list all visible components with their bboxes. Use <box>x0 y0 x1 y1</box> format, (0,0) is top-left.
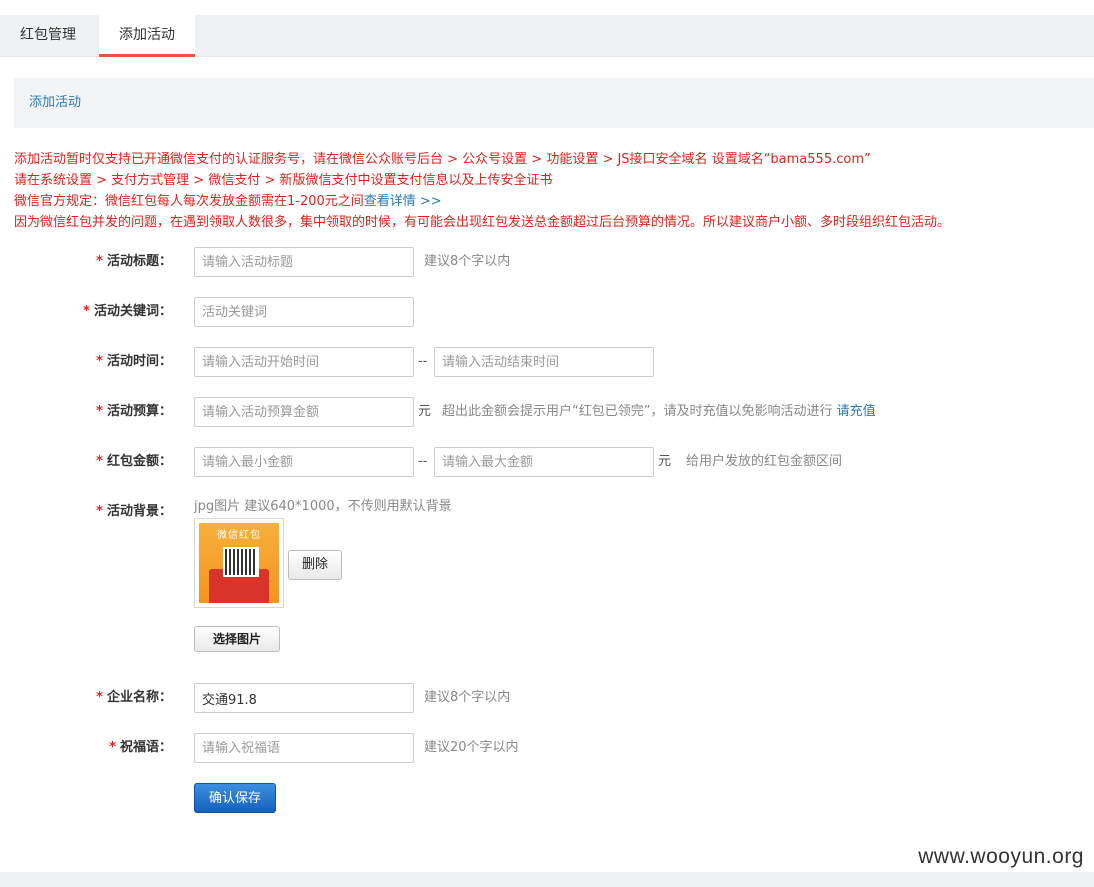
poster-title: 微信红包 <box>217 530 261 541</box>
required-star: * <box>96 404 103 419</box>
recharge-link[interactable]: 请充值 <box>837 404 876 419</box>
keyword-label-text: 活动关键词： <box>93 304 172 319</box>
budget-label: * 活动预算： <box>96 397 172 427</box>
budget-hint: 超出此金额会提示用户“红包已领完”，请及时充值以免影响活动进行 请充值 <box>442 397 876 427</box>
blessing-hint: 建议20个字以内 <box>424 740 519 755</box>
amount-label: * 红包金额： <box>96 447 172 477</box>
budget-hint-text: 超出此金额会提示用户“红包已领完”，请及时充值以免影响活动进行 <box>442 404 833 419</box>
view-details-link[interactable]: 查看详情 >> <box>364 194 442 209</box>
background-thumbnail: 微信红包 <box>194 518 284 608</box>
notice-line-3: 微信官方规定：微信红包每人每次发放金额需在1-200元之间查看详情 >> <box>14 191 1094 212</box>
background-row: * 活动背景： jpg图片 建议640*1000，不传则用默认背景 <box>0 497 1094 529</box>
footer-bar <box>0 872 1094 887</box>
notice-line-1: 添加活动暂时仅支持已开通微信支付的认证服务号，请在微信公众账号后台 > 公众号设… <box>14 152 871 167</box>
tab-add-activity[interactable]: 添加活动 <box>99 15 195 57</box>
budget-label-text: 活动预算： <box>106 404 172 419</box>
tab-redpacket-management[interactable]: 红包管理 <box>0 15 96 57</box>
background-label-text: 活动背景： <box>106 504 172 519</box>
required-star: * <box>96 690 103 705</box>
required-star: * <box>96 354 103 369</box>
time-label-text: 活动时间： <box>106 354 172 369</box>
keyword-row: * 活动关键词： <box>0 297 1094 329</box>
required-star: * <box>96 254 103 269</box>
required-star: * <box>96 454 103 469</box>
amount-row: *红包金额： -- 元 给用户发放的红包金额区间 <box>0 447 1094 479</box>
title-label-text: 活动标题： <box>106 254 172 269</box>
title-hint: 建议8个字以内 <box>424 254 511 269</box>
blessing-label: * 祝福语： <box>109 733 172 763</box>
time-label: * 活动时间： <box>96 347 172 377</box>
budget-unit: 元 <box>418 404 432 419</box>
time-separator: -- <box>418 354 428 369</box>
amount-separator: -- <box>418 454 428 469</box>
company-row: *企业名称： 建议8个字以内 <box>0 683 1094 715</box>
choose-image-button[interactable]: 选择图片 <box>194 626 280 652</box>
company-hint: 建议8个字以内 <box>424 690 511 705</box>
start-time-input[interactable] <box>194 347 414 377</box>
amount-label-text: 红包金额： <box>106 454 172 469</box>
background-label: * 活动背景： <box>96 497 172 527</box>
company-label-text: 企业名称： <box>106 690 172 705</box>
required-star: * <box>96 504 103 519</box>
title-input[interactable] <box>194 247 414 277</box>
budget-input[interactable] <box>194 397 414 427</box>
notice-line-4: 因为微信红包并发的问题，在遇到领取人数很多，集中领取的时候，有可能会出现红包发送… <box>14 215 951 230</box>
watermark: www.wooyun.org <box>918 845 1084 868</box>
required-star: * <box>83 304 90 319</box>
notice-line-2: 请在系统设置 > 支付方式管理 > 微信支付 > 新版微信支付中设置支付信息以及… <box>14 173 553 188</box>
notice-line-3-text: 微信官方规定：微信红包每人每次发放金额需在1-200元之间 <box>14 194 364 209</box>
required-star: * <box>109 740 116 755</box>
section-title: 添加活动 <box>14 78 1094 128</box>
qr-code-icon <box>223 547 259 577</box>
blessing-row: *祝福语： 建议20个字以内 <box>0 733 1094 765</box>
max-amount-input[interactable] <box>434 447 654 477</box>
tab-bar: 红包管理 添加活动 <box>0 15 1094 57</box>
blessing-input[interactable] <box>194 733 414 763</box>
amount-unit: 元 <box>658 454 672 469</box>
save-button[interactable]: 确认保存 <box>194 783 276 813</box>
delete-image-button[interactable]: 删除 <box>288 550 342 580</box>
notice-block: 添加活动暂时仅支持已开通微信支付的认证服务号，请在微信公众账号后台 > 公众号设… <box>14 149 1094 233</box>
keyword-label: * 活动关键词： <box>83 297 172 327</box>
blessing-label-text: 祝福语： <box>119 740 172 755</box>
min-amount-input[interactable] <box>194 447 414 477</box>
company-input[interactable] <box>194 683 414 713</box>
title-row: *活动标题： 建议8个字以内 <box>0 247 1094 279</box>
title-label: * 活动标题： <box>96 247 172 277</box>
time-row: *活动时间： -- <box>0 347 1094 379</box>
company-label: * 企业名称： <box>96 683 172 713</box>
amount-hint: 给用户发放的红包金额区间 <box>686 454 843 469</box>
keyword-input[interactable] <box>194 297 414 327</box>
budget-row: *活动预算： 元 超出此金额会提示用户“红包已领完”，请及时充值以免影响活动进行… <box>0 397 1094 429</box>
end-time-input[interactable] <box>434 347 654 377</box>
redpacket-poster-image: 微信红包 <box>199 523 279 603</box>
